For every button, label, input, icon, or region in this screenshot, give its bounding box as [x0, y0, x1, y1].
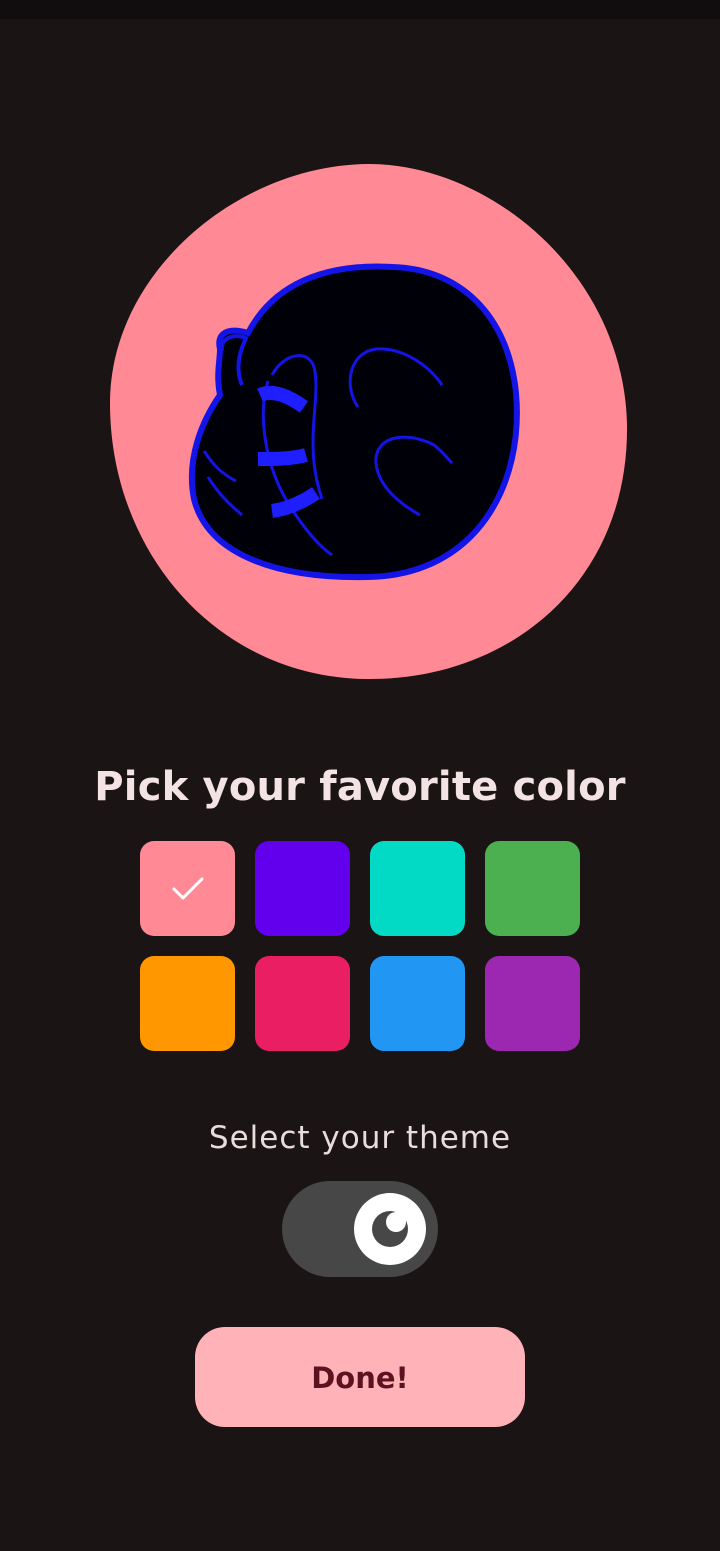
- color-swatch-green[interactable]: [485, 841, 580, 936]
- color-swatch-pink[interactable]: [140, 841, 235, 936]
- theme-toggle[interactable]: [282, 1181, 438, 1277]
- color-swatch-orange[interactable]: [140, 956, 235, 1051]
- color-swatch-blue[interactable]: [370, 956, 465, 1051]
- status-bar: [0, 0, 720, 19]
- theme-label: Select your theme: [208, 1120, 512, 1156]
- color-swatch-grid: [140, 841, 580, 1051]
- check-icon: [172, 877, 203, 899]
- page-title: Pick your favorite color: [94, 764, 626, 810]
- moon-icon: [372, 1211, 408, 1247]
- color-swatch-deep-purple[interactable]: [255, 841, 350, 936]
- color-swatch-raspberry[interactable]: [255, 956, 350, 1051]
- done-button[interactable]: Done!: [195, 1327, 525, 1427]
- avatar-illustration: [110, 163, 628, 680]
- avatar: [108, 163, 628, 681]
- color-swatch-teal[interactable]: [370, 841, 465, 936]
- theme-toggle-knob[interactable]: [354, 1193, 426, 1265]
- color-swatch-purple[interactable]: [485, 956, 580, 1051]
